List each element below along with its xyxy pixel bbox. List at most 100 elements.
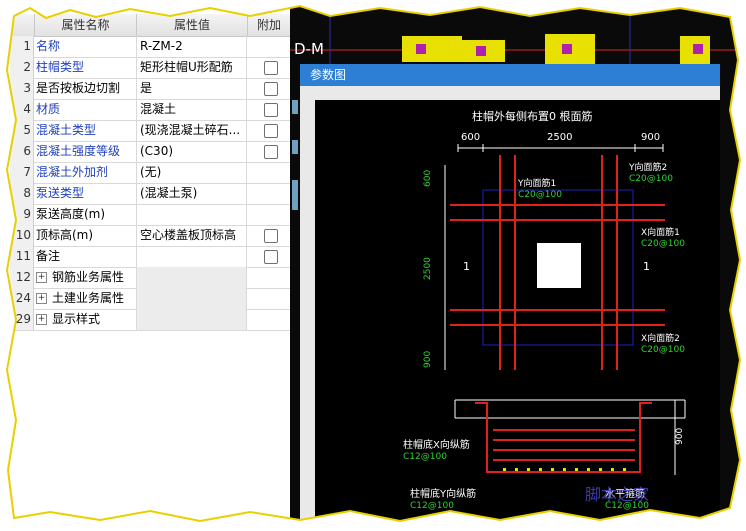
- dim-left-3: 900: [423, 351, 433, 368]
- add-checkbox[interactable]: [264, 250, 278, 264]
- add-cell: [248, 162, 290, 183]
- expand-plus-icon[interactable]: +: [36, 314, 47, 325]
- dialog-title-bar[interactable]: 参数图: [300, 64, 720, 86]
- property-row[interactable]: 8 泵送类型 (混凝土泵): [10, 183, 290, 205]
- add-checkbox[interactable]: [264, 82, 278, 96]
- group-label: 钢筋业务属性: [52, 270, 125, 284]
- label-bottom-y: 柱帽底Y向纵筋: [410, 487, 476, 500]
- property-row[interactable]: 9 泵送高度(m): [10, 204, 290, 226]
- row-number: 2: [10, 57, 34, 78]
- property-value[interactable]: R-ZM-2: [137, 36, 247, 57]
- property-row[interactable]: 7 混凝土外加剂 (无): [10, 162, 290, 184]
- add-cell: [248, 246, 290, 267]
- property-group-row[interactable]: 12 + 钢筋业务属性: [10, 267, 290, 289]
- property-group-row[interactable]: 29 + 显示样式: [10, 309, 290, 331]
- label-bottom-x-val: C12@100: [403, 452, 447, 462]
- add-cell: [248, 267, 290, 288]
- add-checkbox[interactable]: [264, 145, 278, 159]
- row-number: 10: [10, 225, 34, 246]
- add-cell: [248, 204, 290, 225]
- cad-bg-label: D-M: [294, 40, 324, 58]
- row-number: 11: [10, 246, 34, 267]
- group-value: [137, 288, 247, 309]
- property-name: 混凝土外加剂: [36, 162, 137, 183]
- property-group-row[interactable]: 24 + 土建业务属性: [10, 288, 290, 310]
- row-number: 9: [10, 204, 34, 225]
- label-x-face2: X向面筋2: [641, 332, 680, 344]
- group-value: [137, 309, 247, 330]
- property-value[interactable]: 混凝土: [137, 99, 247, 120]
- property-row[interactable]: 11 备注: [10, 246, 290, 268]
- header-value: 属性值: [137, 14, 248, 37]
- property-name: 泵送类型: [36, 183, 137, 204]
- property-name: 是否按板边切割: [36, 78, 137, 99]
- header-name: 属性名称: [35, 14, 137, 37]
- row-number: 1: [10, 36, 34, 57]
- header-add: 附加: [248, 14, 291, 37]
- add-cell: [248, 57, 290, 78]
- property-row[interactable]: 4 材质 混凝土: [10, 99, 290, 121]
- property-value[interactable]: (C30): [137, 141, 247, 162]
- dialog-title: 参数图: [310, 68, 347, 82]
- add-cell: [248, 288, 290, 309]
- label-y-face2: Y向面筋2: [628, 161, 667, 173]
- dim-left-2: 2500: [423, 257, 433, 280]
- add-checkbox[interactable]: [264, 61, 278, 75]
- property-name: 名称: [36, 36, 137, 57]
- property-value[interactable]: (现浇混凝土碎石...: [137, 120, 247, 141]
- property-row[interactable]: 1 名称 R-ZM-2: [10, 36, 290, 58]
- property-name: 柱帽类型: [36, 57, 137, 78]
- group-label: 土建业务属性: [52, 291, 125, 305]
- label-x-face1-val: C20@100: [641, 239, 685, 249]
- header-num: [10, 14, 35, 37]
- row-number: 5: [10, 120, 34, 141]
- property-grid: 属性名称 属性值 附加 1 名称 R-ZM-2 2 柱帽类型 矩形柱帽U形配筋 3 是否按板边…: [10, 14, 291, 514]
- property-value[interactable]: (无): [137, 162, 247, 183]
- section-mark-left: 1: [463, 260, 470, 273]
- label-y-face1-val: C20@100: [518, 190, 562, 200]
- watermark: 脚本之家: [585, 485, 649, 504]
- property-row[interactable]: 5 混凝土类型 (现浇混凝土碎石...: [10, 120, 290, 142]
- property-name: 泵送高度(m): [36, 204, 137, 225]
- label-x-face1: X向面筋1: [641, 226, 680, 238]
- property-row[interactable]: 2 柱帽类型 矩形柱帽U形配筋: [10, 57, 290, 79]
- property-value[interactable]: 是: [137, 78, 247, 99]
- property-value[interactable]: 空心楼盖板顶标高: [137, 225, 247, 246]
- section-dim: 900: [675, 428, 685, 445]
- property-value[interactable]: 矩形柱帽U形配筋: [137, 57, 247, 78]
- expand-plus-icon[interactable]: +: [36, 293, 47, 304]
- property-row[interactable]: 3 是否按板边切割是: [10, 78, 290, 100]
- property-row[interactable]: 10 顶标高(m) 空心楼盖板顶标高: [10, 225, 290, 247]
- property-value[interactable]: [137, 204, 247, 225]
- property-value[interactable]: [137, 246, 247, 267]
- add-cell: [248, 99, 290, 120]
- row-number: 6: [10, 141, 34, 162]
- group-label: 显示样式: [52, 312, 101, 326]
- row-number: 7: [10, 162, 34, 183]
- label-y-face1: Y向面筋1: [517, 177, 556, 189]
- group-name[interactable]: + 钢筋业务属性: [36, 267, 137, 288]
- row-number: 4: [10, 99, 34, 120]
- add-checkbox[interactable]: [264, 103, 278, 117]
- group-name[interactable]: + 显示样式: [36, 309, 137, 330]
- add-cell: [248, 36, 290, 57]
- expand-plus-icon[interactable]: +: [36, 272, 47, 283]
- property-name: 备注: [36, 246, 137, 267]
- property-name: 材质: [36, 99, 137, 120]
- row-number: 3: [10, 78, 34, 99]
- section-mark-right: 1: [643, 260, 650, 273]
- label-y-face2-val: C20@100: [629, 174, 673, 184]
- row-number: 24: [10, 288, 34, 309]
- property-name: 混凝土强度等级: [36, 141, 137, 162]
- add-cell: [248, 225, 290, 246]
- dim-left-1: 600: [423, 170, 433, 187]
- group-name[interactable]: + 土建业务属性: [36, 288, 137, 309]
- add-cell: [248, 141, 290, 162]
- label-bottom-x: 柱帽底X向纵筋: [403, 438, 470, 451]
- property-value[interactable]: (混凝土泵): [137, 183, 247, 204]
- add-checkbox[interactable]: [264, 124, 278, 138]
- label-bottom-y-val: C12@100: [410, 501, 454, 511]
- row-number: 8: [10, 183, 34, 204]
- add-checkbox[interactable]: [264, 229, 278, 243]
- property-row[interactable]: 6 混凝土强度等级 (C30): [10, 141, 290, 163]
